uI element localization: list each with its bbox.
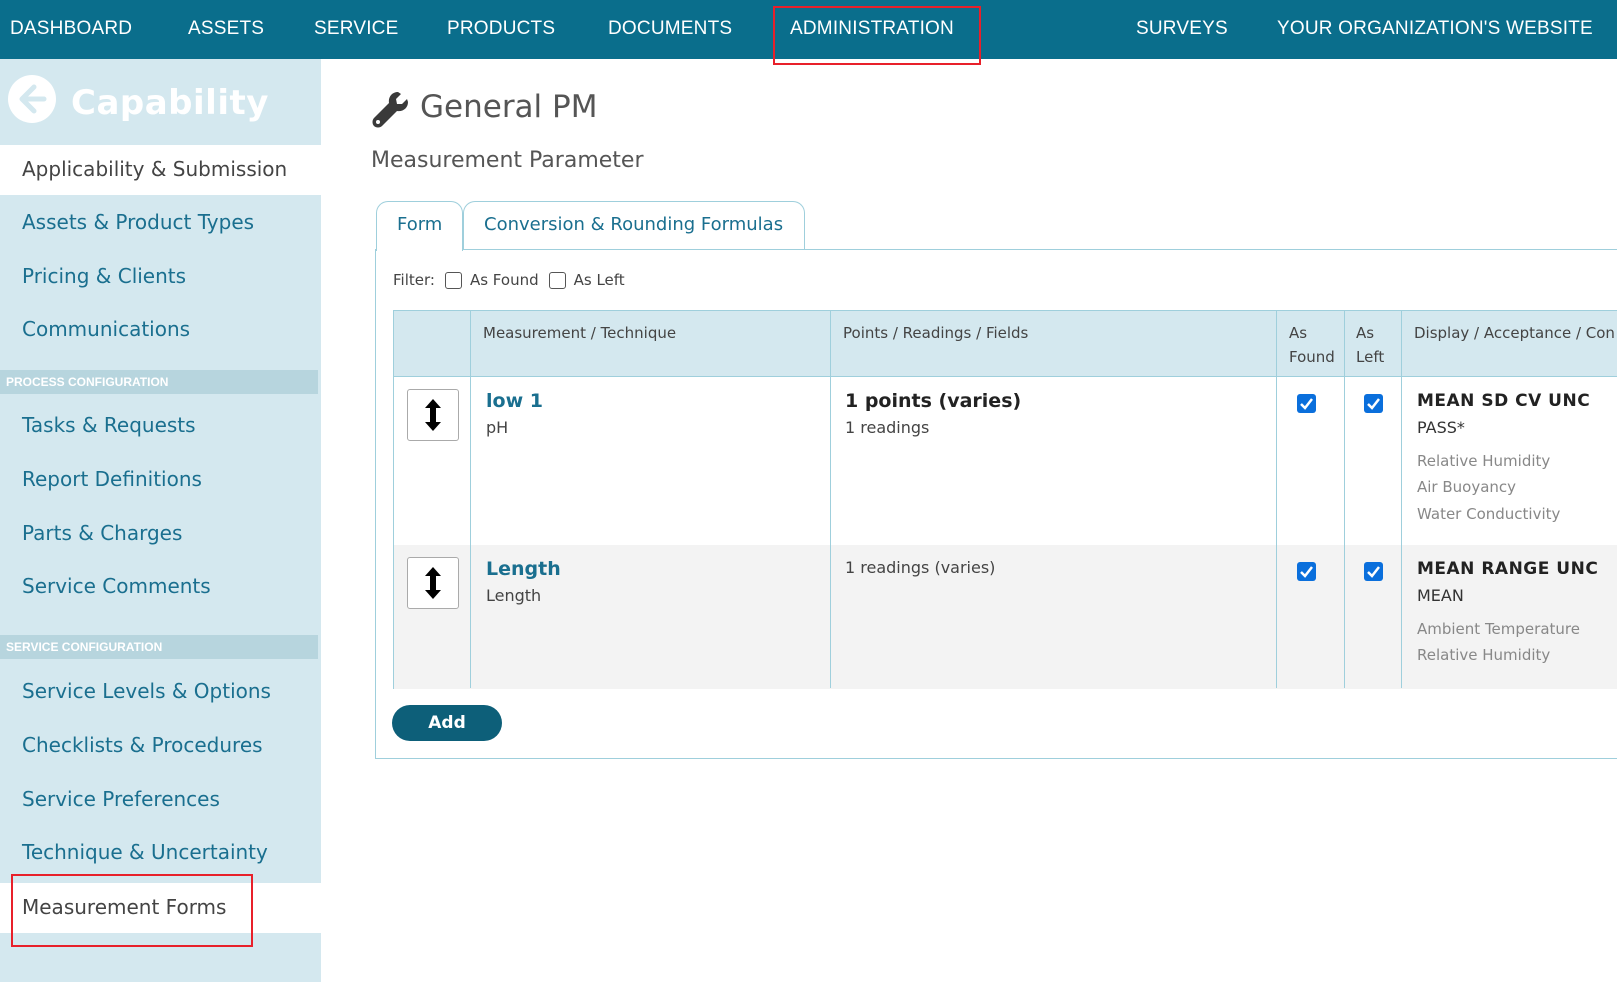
column-divider (470, 311, 471, 688)
as-found-checkbox-row[interactable] (1297, 394, 1316, 413)
acceptance-value: PASS* (1417, 418, 1465, 437)
as-found-checkbox[interactable] (444, 271, 462, 289)
check-icon (1367, 398, 1380, 410)
as-left-checkbox[interactable] (548, 271, 566, 289)
measurement-technique: Length (486, 586, 542, 605)
sidebar-title: Capability (71, 83, 269, 123)
acceptance-value: MEAN (1417, 586, 1464, 605)
nav-documents[interactable]: DOCUMENTS (608, 0, 732, 59)
readings-value: 1 readings (varies) (845, 558, 996, 577)
filter-bar: Filter: As Found As Left (393, 271, 625, 289)
condition-item: Water Conductivity (1417, 505, 1561, 523)
measurement-technique: pH (486, 418, 509, 437)
table-row: Length Length 1 readings (varies) MEAN R… (394, 545, 1617, 689)
table-row: low 1 pH 1 points (varies) 1 readings ME… (394, 377, 1617, 545)
sidebar-item-measurement-forms[interactable]: Measurement Forms (0, 883, 321, 933)
page-title: General PM (420, 89, 598, 125)
column-divider (1276, 311, 1277, 688)
as-left-filter-label: As Left (573, 271, 625, 289)
condition-item: Relative Humidity (1417, 646, 1551, 664)
sidebar-item-checklists[interactable]: Checklists & Procedures (0, 721, 321, 771)
add-button[interactable]: Add (392, 705, 502, 741)
sidebar-item-technique-uncertainty[interactable]: Technique & Uncertainty (0, 828, 321, 878)
sidebar-item-service-preferences[interactable]: Service Preferences (0, 775, 321, 825)
sidebar-item-service-levels[interactable]: Service Levels & Options (0, 667, 321, 717)
sidebar-item-assets-product-types[interactable]: Assets & Product Types (0, 198, 321, 248)
nav-administration[interactable]: ADMINISTRATION (790, 0, 954, 59)
nav-products[interactable]: PRODUCTS (447, 0, 555, 59)
drag-handle[interactable] (407, 557, 459, 609)
sidebar-item-communications[interactable]: Communications (0, 305, 321, 355)
header-points: Points / Readings / Fields (843, 324, 1029, 342)
header-as-found: As Found (1289, 324, 1335, 366)
as-left-checkbox-row[interactable] (1364, 394, 1383, 413)
nav-organization-website[interactable]: YOUR ORGANIZATION'S WEBSITE (1277, 0, 1593, 59)
measurement-name-link[interactable]: low 1 (486, 390, 543, 412)
sidebar-item-report-definitions[interactable]: Report Definitions (0, 455, 321, 505)
condition-item: Ambient Temperature (1417, 620, 1580, 638)
sidebar: Capability Applicability & Submission As… (0, 59, 321, 982)
check-icon (1300, 566, 1313, 578)
as-left-checkbox-row[interactable] (1364, 562, 1383, 581)
page-subtitle: Measurement Parameter (371, 148, 644, 173)
header-display: Display / Acceptance / Con (1414, 324, 1615, 342)
nav-service[interactable]: SERVICE (314, 0, 398, 59)
filter-label: Filter: (393, 271, 435, 289)
tab-form[interactable]: Form (376, 201, 463, 251)
measurement-table: Measurement / Technique Points / Reading… (393, 310, 1617, 689)
column-divider (1344, 311, 1345, 688)
sidebar-item-tasks-requests[interactable]: Tasks & Requests (0, 401, 321, 451)
sidebar-item-pricing-clients[interactable]: Pricing & Clients (0, 252, 321, 302)
arrow-left-circle-icon (19, 84, 47, 114)
as-found-filter-label: As Found (469, 271, 539, 289)
up-down-arrow-icon (425, 567, 441, 599)
sidebar-item-service-comments[interactable]: Service Comments (0, 562, 321, 612)
as-found-checkbox-row[interactable] (1297, 562, 1316, 581)
condition-item: Air Buoyancy (1417, 478, 1517, 496)
drag-handle[interactable] (407, 389, 459, 441)
nav-surveys[interactable]: SURVEYS (1136, 0, 1228, 59)
readings-value: 1 readings (845, 418, 930, 437)
back-button[interactable] (8, 75, 56, 123)
header-as-left: As Left (1356, 324, 1385, 366)
wrench-icon (372, 92, 408, 128)
header-measurement: Measurement / Technique (483, 324, 677, 342)
section-service-configuration: SERVICE CONFIGURATION (0, 635, 318, 659)
column-divider (1401, 311, 1402, 688)
nav-dashboard[interactable]: DASHBOARD (10, 0, 132, 59)
points-value: 1 points (varies) (845, 390, 1022, 412)
measurement-name-link[interactable]: Length (486, 558, 561, 580)
table-header: Measurement / Technique Points / Reading… (394, 311, 1617, 377)
sidebar-item-applicability[interactable]: Applicability & Submission (0, 145, 321, 195)
tab-conversion-rounding[interactable]: Conversion & Rounding Formulas (463, 201, 805, 250)
sidebar-item-parts-charges[interactable]: Parts & Charges (0, 509, 321, 559)
display-stats: MEAN RANGE UNC (1417, 559, 1599, 579)
up-down-arrow-icon (425, 399, 441, 431)
nav-assets[interactable]: ASSETS (188, 0, 264, 59)
check-icon (1367, 566, 1380, 578)
display-stats: MEAN SD CV UNC (1417, 391, 1591, 411)
section-process-configuration: PROCESS CONFIGURATION (0, 370, 318, 394)
check-icon (1300, 398, 1313, 410)
column-divider (830, 311, 831, 688)
top-nav: DASHBOARD ASSETS SERVICE PRODUCTS DOCUME… (0, 0, 1617, 59)
condition-item: Relative Humidity (1417, 452, 1551, 470)
